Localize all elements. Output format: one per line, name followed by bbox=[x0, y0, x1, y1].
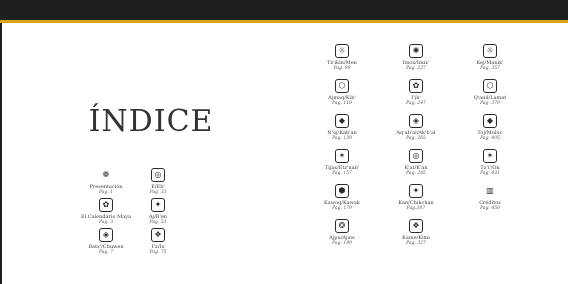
index-entry-ix[interactable]: ❖ I'x/Ix Pag. 75 bbox=[118, 228, 198, 256]
index-entry-ajmaq[interactable]: ⬡ Ajmaq/Kib' Pag. 119 bbox=[302, 79, 382, 107]
entry-page: Pag. 99 bbox=[333, 66, 351, 71]
ijk-glyph-icon: ✿ bbox=[409, 79, 423, 93]
ix-glyph-icon: ❖ bbox=[151, 228, 165, 242]
index-entry-kame[interactable]: ❖ Kame/Kimi Pag. 327 bbox=[376, 219, 456, 247]
entry-page: Pag. 327 bbox=[406, 241, 426, 246]
kan-glyph-icon: ✦ bbox=[409, 184, 423, 198]
index-entry-qanil[interactable]: ⬡ Q'anil/Lamat Pag. 379 bbox=[450, 79, 530, 107]
kat-glyph-icon: ◎ bbox=[409, 149, 423, 163]
aqabal-glyph-icon: ◈ bbox=[409, 114, 423, 128]
index-entry-kat[interactable]: ◎ K'at/K'an Pag. 285 bbox=[376, 149, 456, 177]
batz-glyph-icon: ◈ bbox=[99, 228, 113, 242]
entry-page: Pag. 179 bbox=[332, 206, 352, 211]
noj-glyph-icon: ◆ bbox=[335, 114, 349, 128]
index-entry-tijax[interactable]: ✶ Tijax/Etz'nab' Pag. 157 bbox=[302, 149, 382, 177]
aj-glyph-icon: ✦ bbox=[151, 198, 165, 212]
index-entry-credits-book[interactable]: ▥ Créditos Pag. 450 bbox=[450, 184, 530, 212]
tzikin-glyph-icon: ☼ bbox=[335, 44, 349, 58]
entry-page: Pag. 157 bbox=[332, 171, 352, 176]
qanil-glyph-icon: ⬡ bbox=[483, 79, 497, 93]
index-entry-aj[interactable]: ✦ Aj/B'en Pag. 53 bbox=[118, 198, 198, 226]
tijax-glyph-icon: ✶ bbox=[335, 149, 349, 163]
entry-page: Pag. 431 bbox=[480, 171, 500, 176]
entry-page: Pag. 285 bbox=[406, 171, 426, 176]
entry-page: Pag. 357 bbox=[480, 66, 500, 71]
kame-glyph-icon: ❖ bbox=[409, 219, 423, 233]
index-entry-aqabal[interactable]: ◈ Aq'ab'al/Ak'b'al Pag. 265 bbox=[376, 114, 456, 142]
entry-page: Pag. 247 bbox=[406, 101, 426, 106]
index-entry-noj[interactable]: ◆ N'oj/Kab'an Pag. 139 bbox=[302, 114, 382, 142]
index-entry-kan[interactable]: ✦ Kan/Chikchan Pag.307 bbox=[376, 184, 456, 212]
entry-page: Pag. 75 bbox=[149, 250, 167, 255]
entry-page: Pag. 139 bbox=[332, 136, 352, 141]
header-accent-line bbox=[0, 20, 568, 23]
index-entry-kej[interactable]: ☼ Kej/Manik' Pag. 357 bbox=[450, 44, 530, 72]
index-entry-tzikin[interactable]: ☼ Tz'ikin/Men Pag. 99 bbox=[302, 44, 382, 72]
entry-page: Pag. 33 bbox=[149, 190, 167, 195]
tzi-glyph-icon: ✶ bbox=[483, 149, 497, 163]
index-entry-imox[interactable]: ✺ Imox/Imix' Pag. 227 bbox=[376, 44, 456, 72]
ajpu-glyph-icon: ❂ bbox=[335, 219, 349, 233]
e-glyph-icon: ◎ bbox=[151, 168, 165, 182]
entry-page: Pag. 450 bbox=[480, 206, 500, 211]
entry-page: Pag. 405 bbox=[480, 136, 500, 141]
imox-glyph-icon: ✺ bbox=[409, 44, 423, 58]
credits-book-icon: ▥ bbox=[483, 184, 497, 198]
entry-page: Pag. 119 bbox=[332, 101, 352, 106]
kej-glyph-icon: ☼ bbox=[483, 44, 497, 58]
index-entry-ijk[interactable]: ✿ I'jk' Pag. 247 bbox=[376, 79, 456, 107]
entry-page: Pag. 227 bbox=[406, 66, 426, 71]
entry-page: Pag. 199 bbox=[332, 241, 352, 246]
kawoq-glyph-icon: ⬢ bbox=[335, 184, 349, 198]
entry-page: Pag. 379 bbox=[480, 101, 500, 106]
entry-page: Pag. 53 bbox=[149, 220, 167, 225]
index-entry-kawoq[interactable]: ⬢ Kawoq/Kawak Pag. 179 bbox=[302, 184, 382, 212]
header-bar bbox=[0, 0, 568, 20]
ajmaq-glyph-icon: ⬡ bbox=[335, 79, 349, 93]
entry-page: Pag.307 bbox=[406, 206, 426, 211]
index-title: ÍNDICE bbox=[88, 104, 214, 139]
index-entry-toj[interactable]: ◆ Toj/Muluc Pag. 405 bbox=[450, 114, 530, 142]
flower-glyph-icon: ❁ bbox=[99, 168, 113, 182]
entry-page: Pag. 265 bbox=[406, 136, 426, 141]
index-entry-ajpu[interactable]: ❂ Ajpu/Ajaw Pag. 199 bbox=[302, 219, 382, 247]
toj-glyph-icon: ◆ bbox=[483, 114, 497, 128]
calendar-glyph-icon: ✿ bbox=[99, 198, 113, 212]
index-entry-e[interactable]: ◎ E/Eb' Pag. 33 bbox=[118, 168, 198, 196]
index-entry-tzi[interactable]: ✶ Tz'i'/Ok Pag. 431 bbox=[450, 149, 530, 177]
page-left-edge bbox=[0, 23, 2, 284]
